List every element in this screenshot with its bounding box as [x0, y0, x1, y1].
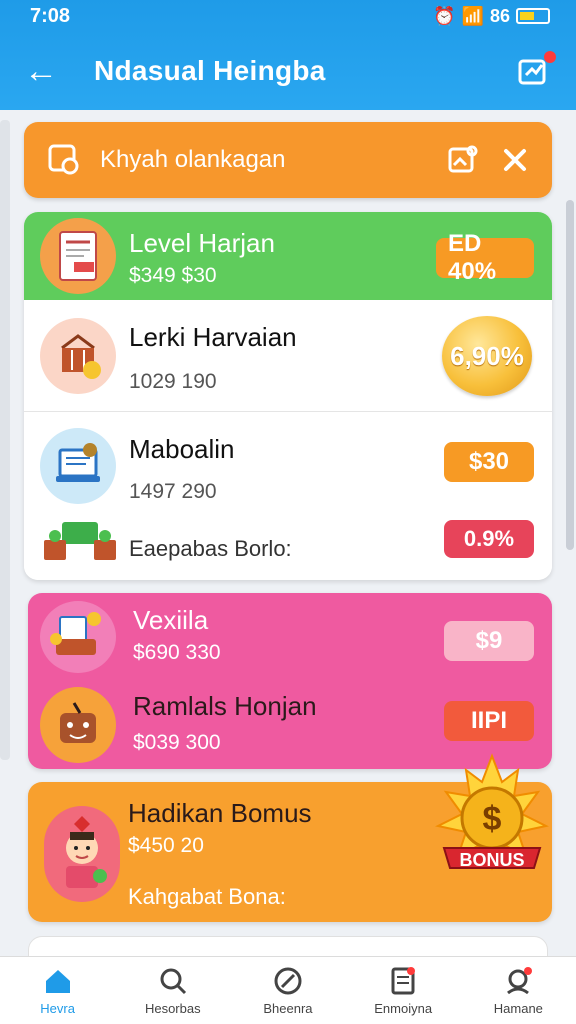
- nav-search[interactable]: Hesorbas: [123, 965, 223, 1016]
- wifi-icon: 📶: [461, 5, 484, 26]
- item-price: $690 330: [133, 641, 221, 664]
- nav-label: Enmoiyna: [374, 1001, 433, 1016]
- bonus-extra: Kahgabat Bona:: [128, 884, 286, 909]
- promo-banner[interactable]: Khyah olankagan: [24, 122, 552, 198]
- coupon-icon: [48, 144, 79, 175]
- list-icon: [391, 967, 416, 995]
- nav-profile[interactable]: Hamane: [468, 965, 568, 1016]
- notification-dot: [544, 51, 556, 63]
- list-item[interactable]: Vexiila $690 330 $9: [28, 593, 552, 679]
- nav-label: Hesorbas: [144, 1001, 201, 1016]
- status-icons: ⏰ 📶 86: [433, 6, 550, 27]
- item-title: Vexiila: [133, 605, 209, 635]
- close-icon[interactable]: [498, 143, 532, 177]
- battery-icon: [516, 8, 550, 24]
- discount-tag[interactable]: $30: [444, 442, 534, 482]
- status-time: 7:08: [30, 4, 71, 27]
- nav-label: Bheenra: [263, 1001, 313, 1016]
- bottom-nav: Hevra Hesorbas Bheenra Enmoiyna Hamane: [0, 956, 576, 1024]
- nav-explore[interactable]: Bheenra: [238, 965, 338, 1016]
- search-icon: [160, 968, 186, 995]
- offer-card-group: Level Harjan $349 $30 ED 40% Lerki Harva…: [24, 212, 552, 580]
- item-price: $039 300: [133, 731, 221, 754]
- bonus-title: Hadikan Bomus: [128, 798, 312, 828]
- pot-icon: [40, 687, 116, 763]
- character-avatar: [44, 806, 120, 902]
- list-item[interactable]: Maboalin 1497 290 $30 Eaepabas Borlo: 0.…: [24, 412, 552, 580]
- item-price: 1497 290: [129, 480, 217, 503]
- item-price: $349 $30: [129, 264, 217, 287]
- discount-tag[interactable]: 0.9%: [444, 520, 534, 558]
- scrollbar[interactable]: [566, 200, 574, 550]
- bonus-price: $450 20: [128, 834, 204, 857]
- list-item[interactable]: Level Harjan $349 $30 ED 40%: [24, 212, 552, 300]
- item-title: Ramlals Honjan: [133, 691, 317, 721]
- pink-offer-group: Vexiila $690 330 $9 Ramlals Honjan $039 …: [28, 593, 552, 769]
- document-icon: [40, 218, 116, 294]
- discount-tag[interactable]: $9: [444, 621, 534, 661]
- profile-icon: [507, 967, 533, 995]
- page-title: Ndasual Heingba: [94, 55, 326, 86]
- back-arrow-icon[interactable]: ←: [24, 52, 64, 91]
- coin-discount-badge[interactable]: 6,90%: [442, 316, 532, 396]
- item-price: 1029 190: [129, 370, 217, 393]
- nav-label: Hevra: [40, 1001, 75, 1016]
- item-title: Level Harjan: [129, 228, 275, 258]
- banner-text: Khyah olankagan: [100, 146, 286, 173]
- compass-icon: [274, 967, 302, 995]
- nav-label: Hamane: [493, 1001, 543, 1016]
- extra-label: Eaepabas Borlo:: [129, 536, 292, 561]
- home-icon: [45, 970, 70, 993]
- bonus-card[interactable]: Hadikan Bomus $450 20 Kahgabat Bona: $ B…: [28, 753, 552, 922]
- shopping-icon: [40, 601, 116, 673]
- battery-percent: 86: [489, 5, 510, 26]
- nav-home[interactable]: Hevra: [8, 965, 108, 1016]
- app-bar: 7:08 ⏰ 📶 86 ← Ndasual Heingba: [0, 0, 576, 110]
- discount-tag[interactable]: IIPI: [444, 701, 534, 741]
- bonus-label: BONUS: [459, 850, 525, 870]
- header-action-button[interactable]: [516, 51, 556, 89]
- item-title: Lerki Harvaian: [129, 322, 297, 352]
- bonus-emblem[interactable]: $ BONUS: [422, 752, 562, 902]
- list-item[interactable]: Lerki Harvaian 1029 190 6,90%: [24, 300, 552, 412]
- laptop-icon: [40, 428, 116, 504]
- svg-text:$: $: [483, 800, 502, 838]
- alarm-icon: ⏰: [433, 5, 456, 26]
- basket-icon: [40, 318, 116, 394]
- left-scroll-rail: [0, 120, 10, 760]
- nav-orders[interactable]: Enmoiyna: [353, 965, 453, 1016]
- discount-tag[interactable]: ED 40%: [436, 230, 534, 285]
- item-title: Maboalin: [129, 434, 235, 464]
- gift-plants-icon: [42, 518, 118, 564]
- status-bar: 7:08 ⏰ 📶 86: [0, 0, 576, 32]
- image-edit-icon[interactable]: [446, 143, 480, 177]
